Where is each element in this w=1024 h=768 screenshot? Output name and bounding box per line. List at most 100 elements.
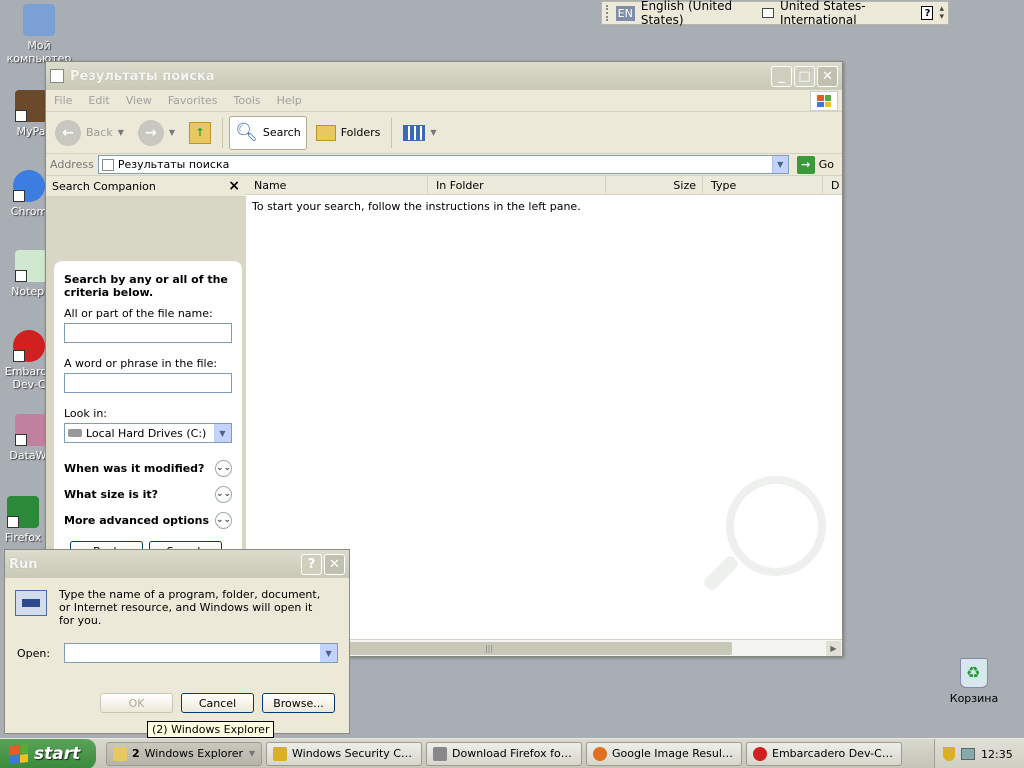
- address-field[interactable]: Результаты поиска ▼: [97, 155, 789, 174]
- file-name-label: All or part of the file name:: [64, 307, 213, 320]
- chevron-down-icon[interactable]: ▼: [118, 128, 124, 137]
- recycle-bin-label: Корзина: [949, 692, 999, 705]
- column-headers: Name In Folder Size Type D: [246, 176, 842, 195]
- firefox-icon: [593, 746, 607, 761]
- folder-icon: [113, 746, 127, 761]
- file-name-input[interactable]: [64, 323, 232, 343]
- double-chevron-down-icon[interactable]: ⌄⌄: [215, 485, 232, 503]
- chevron-down-icon: ▼: [248, 749, 255, 758]
- language-name[interactable]: English (United States): [641, 0, 756, 27]
- up-folder-icon: ↑: [189, 121, 212, 144]
- column-date[interactable]: D: [823, 176, 839, 194]
- menu-file[interactable]: File: [46, 94, 80, 107]
- keyboard-icon[interactable]: [761, 8, 774, 18]
- task-google-image-result[interactable]: Google Image Result ...: [586, 741, 742, 766]
- grip-icon[interactable]: [606, 5, 610, 21]
- close-button[interactable]: ✕: [324, 553, 345, 575]
- chevron-down-icon[interactable]: ▼: [771, 156, 788, 173]
- column-type[interactable]: Type: [703, 176, 823, 194]
- shield-icon: [273, 746, 287, 761]
- folders-button[interactable]: Folders: [311, 116, 386, 150]
- close-icon[interactable]: ×: [228, 178, 240, 194]
- column-size[interactable]: Size: [606, 176, 703, 194]
- language-code[interactable]: EN: [615, 5, 635, 21]
- menu-help[interactable]: Help: [269, 94, 310, 107]
- desktop-icon-recycle-bin[interactable]: Корзина: [943, 658, 1005, 705]
- address-label: Address: [50, 158, 94, 171]
- my-computer-icon: [23, 4, 55, 36]
- langbar-options-icon[interactable]: ▴ ▾: [939, 5, 944, 22]
- run-dialog: Run ? ✕ Type the name of a program, fold…: [4, 549, 350, 734]
- back-button[interactable]: ← Back ▼: [50, 116, 129, 150]
- address-bar: Address Результаты поиска ▼ → Go: [46, 154, 842, 176]
- task-embarcadero-dev-cpp[interactable]: Embarcadero Dev-C++: [746, 741, 902, 766]
- folders-label: Folders: [340, 126, 381, 139]
- keyboard-layout[interactable]: United States-International: [780, 0, 915, 27]
- maximize-button[interactable]: □: [794, 65, 815, 87]
- task-windows-security[interactable]: Windows Security Ce...: [266, 741, 422, 766]
- help-icon[interactable]: ?: [921, 6, 934, 20]
- open-combobox[interactable]: ▼: [64, 643, 339, 663]
- expander-label: What size is it?: [64, 487, 159, 501]
- run-description: Type the name of a program, folder, docu…: [59, 588, 321, 627]
- views-icon: [403, 124, 426, 141]
- task-download-firefox[interactable]: Download Firefox for ...: [426, 741, 582, 766]
- double-chevron-down-icon[interactable]: ⌄⌄: [215, 459, 232, 477]
- close-button[interactable]: ✕: [817, 65, 838, 87]
- dev-cpp-icon: [753, 746, 767, 761]
- menu-favorites[interactable]: Favorites: [160, 94, 226, 107]
- search-icon: 🔍︎: [235, 122, 258, 143]
- look-in-select[interactable]: Local Hard Drives (C:) ▼: [64, 423, 232, 443]
- search-results-icon: [101, 158, 114, 171]
- taskbar: start 2 Windows Explorer ▼ Windows Secur…: [0, 738, 1024, 768]
- start-label: start: [34, 743, 81, 764]
- run-title: Run: [9, 556, 38, 572]
- chevron-down-icon[interactable]: ▼: [169, 128, 175, 137]
- phrase-label: A word or phrase in the file:: [64, 357, 218, 370]
- network-icon[interactable]: [961, 748, 975, 760]
- cancel-button[interactable]: Cancel: [181, 693, 254, 713]
- expander-label: When was it modified?: [64, 461, 205, 475]
- ok-button[interactable]: OK: [100, 693, 173, 713]
- explorer-titlebar[interactable]: Результаты поиска _ □ ✕: [46, 62, 842, 90]
- views-button[interactable]: ▼: [398, 116, 441, 150]
- column-name[interactable]: Name: [246, 176, 428, 194]
- search-companion-header: Search Companion ×: [46, 176, 246, 197]
- chevron-down-icon[interactable]: ▼: [320, 644, 338, 662]
- start-button[interactable]: start: [0, 738, 96, 768]
- column-in-folder[interactable]: In Folder: [428, 176, 606, 194]
- forward-button[interactable]: → ▼: [133, 116, 180, 150]
- folders-icon: [315, 124, 336, 141]
- size-expander[interactable]: What size is it? ⌄⌄: [64, 481, 232, 507]
- browse-button[interactable]: Browse...: [262, 693, 335, 713]
- language-bar[interactable]: EN English (United States) United States…: [601, 0, 949, 27]
- clock[interactable]: 12:35: [981, 748, 1013, 761]
- search-button[interactable]: 🔍︎ Search: [229, 115, 307, 150]
- open-label: Open:: [17, 646, 51, 660]
- security-shield-icon[interactable]: [943, 747, 955, 761]
- scroll-right-icon[interactable]: ▶: [826, 641, 841, 656]
- search-label: Search: [262, 126, 301, 139]
- go-arrow-icon: →: [796, 155, 815, 174]
- menu-edit[interactable]: Edit: [80, 94, 117, 107]
- task-count: 2: [132, 747, 140, 760]
- modified-expander[interactable]: When was it modified? ⌄⌄: [64, 455, 232, 481]
- help-button[interactable]: ?: [301, 553, 322, 575]
- toolbar-separator: [222, 117, 224, 148]
- task-label: Google Image Result ...: [612, 747, 735, 760]
- menu-view[interactable]: View: [118, 94, 160, 107]
- task-windows-explorer[interactable]: 2 Windows Explorer ▼: [106, 741, 262, 766]
- advanced-expander[interactable]: More advanced options ⌄⌄: [64, 507, 232, 533]
- phrase-input[interactable]: [64, 373, 232, 393]
- minimize-button[interactable]: _: [771, 65, 792, 87]
- double-chevron-down-icon[interactable]: ⌄⌄: [215, 511, 232, 529]
- menu-tools[interactable]: Tools: [226, 94, 269, 107]
- run-titlebar[interactable]: Run ? ✕: [5, 550, 349, 578]
- taskbar-tooltip: (2) Windows Explorer: [147, 721, 275, 738]
- up-folder-button[interactable]: ↑: [184, 116, 216, 150]
- forward-arrow-icon: →: [137, 119, 164, 146]
- desktop-icon-my-computer[interactable]: Мой компьютер: [2, 4, 76, 65]
- go-button[interactable]: → Go: [793, 155, 838, 174]
- chevron-down-icon[interactable]: ▼: [214, 424, 231, 442]
- system-tray: 12:35: [934, 739, 1024, 768]
